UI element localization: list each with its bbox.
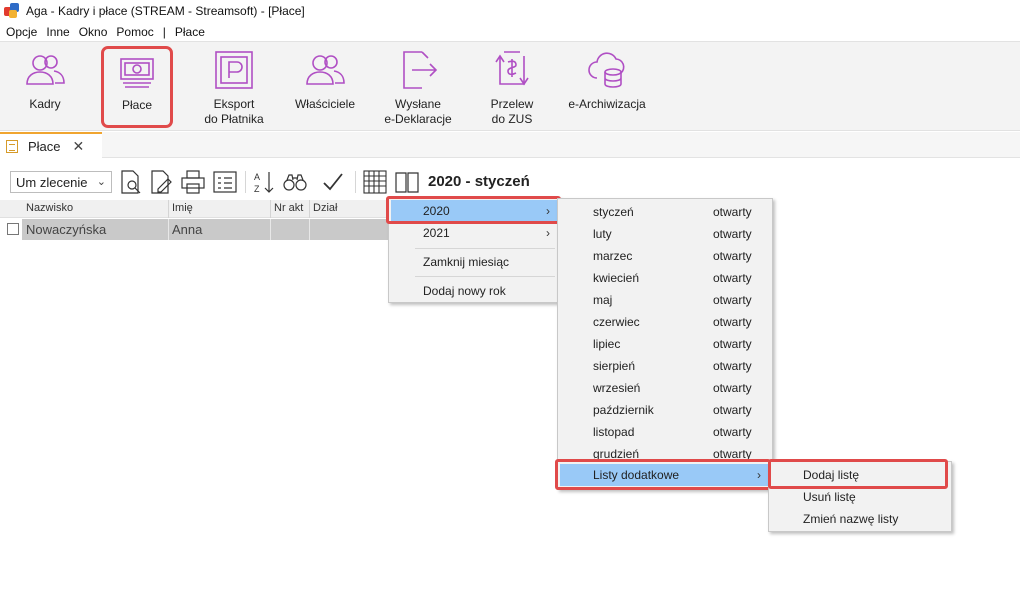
tab-place[interactable]: Płace ✕ [0,132,102,158]
document-search-icon [121,170,141,194]
menu-inne[interactable]: Inne [46,25,69,39]
menu-item-month[interactable]: lipiec otwarty [560,333,770,355]
checkmark-icon [323,173,343,191]
ribbon-place-button[interactable]: Płace [101,46,173,128]
ribbon: Kadry Płace Eksport do Płatnika Właścici… [0,41,1020,131]
money-icon [120,58,154,88]
callout-dodaj-liste [768,459,948,489]
cell-imie: Anna [172,222,203,237]
row-checkbox[interactable] [7,223,19,235]
people-icon [26,55,65,85]
print-button[interactable] [180,169,206,195]
menu-item-month[interactable]: styczeń otwarty [560,201,770,223]
menu-item-month[interactable]: październik otwarty [560,399,770,421]
ribbon-eksport-button[interactable]: Eksport do Płatnika [196,48,272,128]
close-icon[interactable]: ✕ [73,138,85,155]
document-icon [6,139,18,153]
ribbon-kadry-label: Kadry [29,97,61,111]
grid-view-button[interactable] [362,169,388,195]
callout-listy-dodatkowe [555,459,771,490]
column-nr-akt[interactable]: Nr akt [274,202,303,214]
ribbon-przelew-button[interactable]: Przelew do ZUS [482,48,542,128]
checklist-icon [213,171,237,193]
menu-item-month[interactable]: maj otwarty [560,289,770,311]
menu-item-month[interactable]: sierpień otwarty [560,355,770,377]
menu-item-month[interactable]: czerwiec otwarty [560,311,770,333]
menu-item-zmien-nazwe-listy[interactable]: Zmień nazwę listy [771,508,949,530]
menu-item-zamknij-miesiac[interactable]: Zamknij miesiąc [391,251,557,273]
ribbon-wyslane-button[interactable]: Wysłane e-Deklaracje [378,48,458,128]
menu-pomoc[interactable]: Pomoc [116,25,153,39]
toolbar-divider [355,171,356,193]
approve-button[interactable] [320,169,346,195]
send-icon [403,51,438,89]
tab-place-label: Płace [28,138,61,154]
current-period: 2020 - styczeń [428,173,530,190]
ribbon-place-label: Płace [121,98,153,112]
title-bar: Aga - Kadry i płace (STREAM - Streamsoft… [0,0,1020,22]
column-dzial[interactable]: Dział [313,202,337,214]
toolbar-divider [245,171,246,193]
cell-nazwisko: Nowaczyńska [26,222,107,237]
ribbon-wlasciciele-button[interactable]: Właściciele [290,48,360,128]
cloud-database-icon [588,52,625,88]
transfer-icon [495,51,529,86]
menu-item-dodaj-nowy-rok[interactable]: Dodaj nowy rok [391,280,557,302]
menu-item-month[interactable]: marzec otwarty [560,245,770,267]
sort-button[interactable]: A Z [252,169,278,195]
ribbon-przelew-label: Przelew do ZUS [490,97,534,126]
document-edit-icon [151,170,172,194]
book-button[interactable] [394,169,420,195]
ribbon-earchiwizacja-button[interactable]: e-Archiwizacja [566,48,648,128]
find-button[interactable] [282,169,308,195]
table-grid-icon [363,170,387,194]
months-menu: styczeń otwarty luty otwarty marzec otwarty… [557,198,773,490]
chevron-down-icon: ⌄ [96,176,106,188]
column-imie[interactable]: Imię [172,202,193,214]
book-icon [395,172,419,193]
binoculars-icon [283,174,307,191]
menu-divider [415,248,555,249]
menu-opcje[interactable]: Opcje [6,25,37,39]
menu-bar: Opcje Inne Okno Pomoc | Płace [0,22,1020,41]
printer-icon [181,170,205,194]
callout-2020 [386,196,561,224]
menu-okno[interactable]: Okno [79,25,108,39]
app-logo-icon [4,3,20,19]
menu-item-month[interactable]: wrzesień otwarty [560,377,770,399]
ribbon-kadry-button[interactable]: Kadry [20,48,70,128]
window-title: Aga - Kadry i płace (STREAM - Streamsoft… [26,4,305,18]
column-nazwisko[interactable]: Nazwisko [26,202,73,214]
ribbon-wyslane-label: Wysłane e-Deklaracje [384,97,452,126]
preview-document-button[interactable] [118,169,144,195]
platnik-icon [215,51,253,89]
contract-type-select[interactable]: Um zlecenie ⌄ [10,171,112,193]
toolbar: Um zlecenie ⌄ A Z 2020 - styczeń [0,165,1020,199]
menu-separator: | [162,24,166,39]
list-button[interactable] [212,169,238,195]
owners-icon [306,55,345,85]
menu-item-month[interactable]: listopad otwarty [560,421,770,443]
menu-item-month[interactable]: luty otwarty [560,223,770,245]
contract-type-value: Um zlecenie [16,174,88,190]
chevron-right-icon: › [546,226,550,240]
ribbon-wlasciciele-label: Właściciele [294,97,355,111]
edit-document-button[interactable] [148,169,174,195]
menu-place[interactable]: Płace [175,25,205,39]
document-tab-strip: Płace ✕ [0,132,1020,158]
menu-divider [415,276,555,277]
ribbon-earchiwizacja-label: e-Archiwizacja [568,97,646,111]
svg-text:Z: Z [254,184,260,194]
ribbon-eksport-label: Eksport do Płatnika [204,97,264,126]
menu-item-usun-liste[interactable]: Usuń listę [771,486,949,508]
sort-az-icon: A Z [254,172,274,194]
menu-item-month[interactable]: kwiecień otwarty [560,267,770,289]
svg-text:A: A [254,172,260,182]
menu-item-2021[interactable]: 2021 › [391,222,557,244]
